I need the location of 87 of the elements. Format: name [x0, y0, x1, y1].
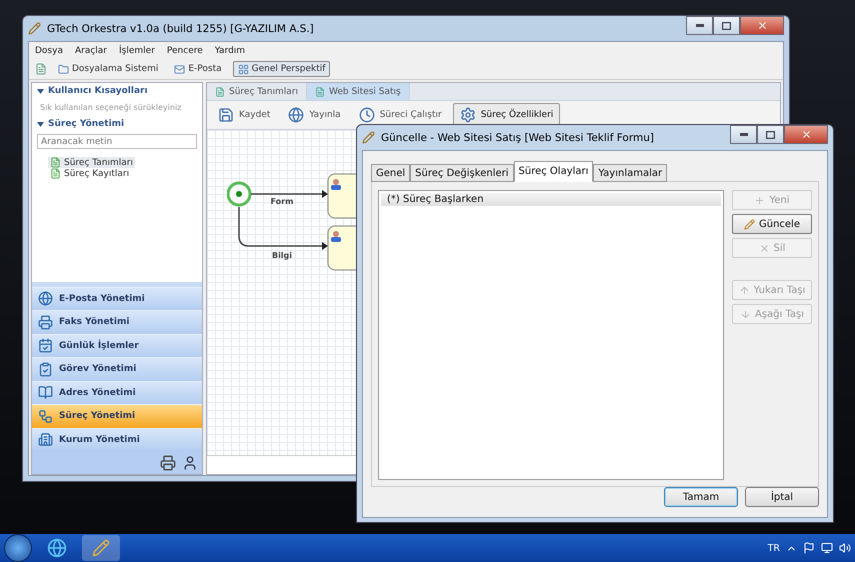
close-icon — [758, 242, 770, 254]
search-field[interactable]: Aranacak metin — [37, 134, 197, 149]
language-indicator[interactable]: TR — [768, 542, 780, 554]
calendar-icon — [38, 338, 53, 354]
pencil-icon — [92, 539, 110, 557]
mail-icon — [174, 64, 186, 74]
minimize-button[interactable] — [686, 16, 713, 35]
toolbar-button[interactable]: E-Posta — [169, 61, 227, 77]
caret-icon — [37, 88, 44, 94]
dialog-button[interactable]: Tamam — [664, 487, 738, 507]
section-header[interactable]: Süreç Yönetimi — [32, 116, 202, 132]
menu-item[interactable]: Araçlar — [74, 46, 108, 56]
printer-icon[interactable] — [160, 454, 176, 470]
nav-item[interactable]: Günlük İşlemler — [32, 334, 202, 357]
dialog-button[interactable]: İptal — [745, 487, 819, 507]
maximize-icon — [722, 22, 731, 30]
tab[interactable]: Genel — [371, 164, 410, 182]
close-icon — [800, 129, 812, 140]
document-icon — [314, 86, 325, 96]
minimize-icon — [740, 133, 748, 136]
minimize-button[interactable] — [730, 125, 757, 144]
arrow-up-icon — [738, 284, 750, 296]
tree-item[interactable]: Süreç Kayıtları — [48, 168, 132, 179]
speaker-icon[interactable] — [839, 542, 851, 554]
globe-icon — [288, 107, 304, 123]
maximize-icon — [766, 130, 775, 138]
tab[interactable]: Süreç Olayları — [514, 161, 594, 182]
user-icon — [331, 231, 341, 242]
editor-toolbar-button[interactable]: Kaydet — [211, 103, 278, 127]
tab[interactable]: Yayınlamalar — [593, 164, 668, 182]
plus-icon — [754, 194, 766, 206]
nav-item[interactable]: Faks Yönetimi — [32, 310, 202, 334]
toolbar-button[interactable]: Genel Perspektif — [232, 61, 330, 77]
user-icon — [331, 179, 341, 190]
document-icon — [50, 157, 61, 168]
tree-item[interactable]: Süreç Tanımları — [48, 157, 135, 168]
flag-icon[interactable] — [803, 542, 815, 554]
document-icon — [215, 86, 225, 96]
grid-icon — [238, 64, 249, 74]
clipboard-icon — [38, 362, 53, 377]
editor-toolbar-button[interactable]: Yayınla — [281, 103, 348, 127]
globe-icon — [47, 538, 67, 558]
start-button[interactable] — [4, 534, 32, 562]
list-item[interactable]: (*) Süreç Başlarken — [381, 193, 721, 206]
edge-label: Form — [270, 197, 294, 206]
book-icon — [38, 385, 53, 400]
section-header[interactable]: Kullanıcı Kısayolları — [32, 83, 202, 99]
side-button[interactable]: Güncele — [732, 214, 812, 234]
editor-toolbar-button[interactable]: Süreci Çalıştır — [352, 103, 449, 127]
pencil-icon — [362, 131, 375, 144]
menu-item[interactable]: Pencere — [166, 46, 203, 56]
pencil-icon — [28, 22, 41, 35]
menu-item[interactable]: Yardım — [214, 46, 246, 56]
globe-icon — [38, 291, 53, 306]
clock-icon — [358, 107, 375, 123]
nav-item[interactable]: Adres Yönetimi — [32, 380, 202, 404]
maximize-button[interactable] — [713, 16, 740, 35]
tab[interactable]: Süreç Değişkenleri — [410, 164, 514, 182]
maximize-button[interactable] — [757, 125, 784, 144]
toolbar-button[interactable]: Dosyalama Sistemi — [53, 61, 164, 77]
hint-text: Sık kullanılan seçeneği sürükleyiniz — [39, 102, 182, 114]
pencil-icon — [744, 218, 755, 230]
nav-item[interactable]: E-Posta Yönetimi — [32, 286, 202, 310]
network-icon[interactable] — [821, 542, 833, 554]
close-icon — [756, 20, 768, 31]
nav-item[interactable]: Görev Yönetimi — [32, 357, 202, 380]
nav-item[interactable]: Kurum Yönetimi — [32, 428, 202, 451]
section-title: Süreç Yönetimi — [48, 119, 124, 129]
section-title: Kullanıcı Kısayolları — [48, 86, 148, 96]
editor-tab[interactable]: Web Sitesi Satış — [306, 83, 410, 100]
user-icon[interactable] — [182, 454, 198, 470]
save-icon — [218, 107, 234, 123]
caret-icon — [37, 122, 44, 126]
document-icon — [50, 168, 61, 179]
minimize-icon — [696, 24, 704, 27]
arrow-down-icon — [740, 308, 751, 320]
menu-item[interactable]: İşlemler — [119, 46, 155, 56]
edge-label: Bilgi — [272, 251, 292, 260]
building-icon — [38, 432, 53, 448]
start-event — [227, 182, 252, 206]
nav-item[interactable]: Süreç Yönetimi — [32, 404, 202, 428]
menu-item[interactable]: Dosya — [35, 46, 63, 56]
settings-icon — [460, 107, 476, 123]
window-title: GTech Orkestra v1.0a (build 1255) [G-YAZILIM A.S.] — [47, 22, 314, 34]
workflow-icon — [38, 408, 53, 424]
folder-icon — [58, 64, 69, 74]
dialog-title: Güncelle - Web Sitesi Satış [Web Sitesi Teklif Formu] — [381, 132, 654, 144]
